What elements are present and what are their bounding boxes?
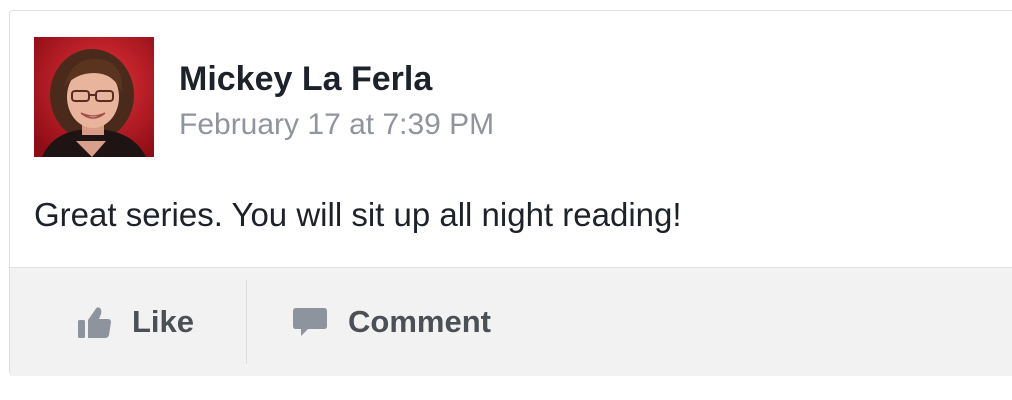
comment-label: Comment [348, 304, 491, 339]
comment-text: Great series. You will sit up all night … [34, 196, 682, 233]
action-divider [246, 280, 247, 364]
thumbs-up-icon [78, 307, 111, 338]
like-button[interactable]: Like [76, 268, 194, 376]
speech-bubble-icon [293, 308, 327, 336]
profile-photo-icon [34, 37, 154, 157]
facebook-comment-card: Mickey La Ferla February 17 at 7:39 PM G… [9, 10, 1012, 376]
action-bar: Like Comment [10, 267, 1012, 376]
like-label: Like [132, 304, 195, 339]
author-name[interactable]: Mickey La Ferla [179, 59, 432, 99]
avatar[interactable] [34, 37, 154, 157]
comment-timestamp[interactable]: February 17 at 7:39 PM [179, 107, 494, 143]
comment-button[interactable]: Comment [292, 268, 491, 376]
